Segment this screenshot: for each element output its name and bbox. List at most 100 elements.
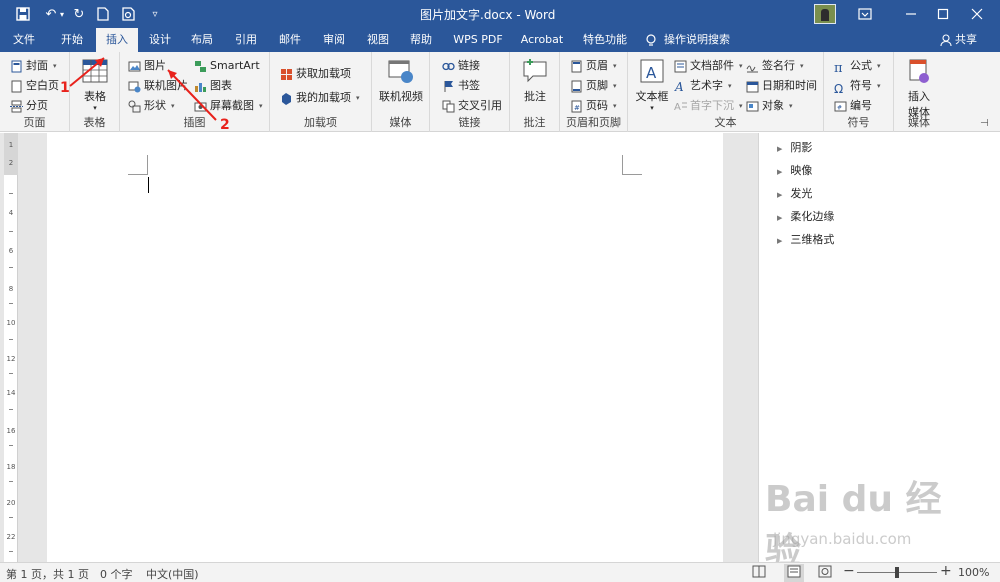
object-button[interactable]: 对象 ▾: [746, 97, 793, 115]
numbering-button[interactable]: # 编号: [834, 97, 872, 115]
screenshot-button[interactable]: 屏幕截图 ▾: [194, 97, 263, 115]
share-button[interactable]: 共享: [940, 28, 986, 52]
tab-insert[interactable]: 插入: [96, 28, 138, 53]
tab-design[interactable]: 设计: [140, 28, 180, 52]
quick-parts-icon: [674, 60, 687, 73]
zoom-out-icon[interactable]: −: [843, 563, 855, 579]
pane-item-3d-format[interactable]: ▶ 三维格式: [777, 231, 834, 247]
chart-label: 图表: [210, 79, 232, 92]
pane-item-soft-edges[interactable]: ▶ 柔化边缘: [777, 208, 834, 224]
pane-item-glow[interactable]: ▶ 发光: [777, 185, 812, 201]
online-pictures-button[interactable]: 联机图片: [128, 77, 188, 95]
quick-parts-button[interactable]: 文档部件 ▾: [674, 57, 743, 75]
tab-special-features[interactable]: 特色功能: [576, 28, 634, 52]
online-video-icon: [386, 56, 416, 86]
screenshot-icon: [194, 100, 207, 113]
vertical-ruler[interactable]: 1 2 4 6 8 10 12 14 16 18 20 22: [4, 133, 18, 562]
group-media-insert: 插入 媒体 媒体: [894, 52, 944, 132]
zoom-in-icon[interactable]: +: [940, 563, 952, 579]
date-time-button[interactable]: 日期和时间: [746, 77, 817, 95]
document-title: 图片加文字.docx: [420, 8, 513, 22]
group-label-symbols: 符号: [847, 116, 870, 129]
my-addins-button[interactable]: 我的加载项 ▾: [280, 89, 360, 107]
user-avatar[interactable]: [814, 4, 836, 24]
page-count[interactable]: 第 1 页，共 1 页: [6, 566, 89, 582]
page-number-button[interactable]: # 页码 ▾: [570, 97, 617, 115]
tab-help[interactable]: 帮助: [401, 28, 441, 52]
dropdown-arrow-icon: ▾: [613, 82, 617, 90]
smartart-button[interactable]: SmartArt: [194, 57, 260, 75]
ribbon-display-options-icon[interactable]: [842, 0, 888, 28]
online-video-button[interactable]: 联机视频: [378, 56, 424, 104]
lightbulb-icon: [646, 33, 656, 46]
save-icon[interactable]: [12, 0, 34, 28]
word-count[interactable]: 0 个字: [100, 566, 133, 582]
cross-reference-button[interactable]: 交叉引用: [442, 97, 502, 115]
title-bar: ↶ ▾ ↻ ▿ 图片加文字.docx - Word: [0, 0, 1000, 28]
tab-wps-pdf[interactable]: WPS PDF: [446, 28, 510, 52]
group-links: 链接 书签 交叉引用 链接: [430, 52, 510, 132]
bookmark-button[interactable]: 书签: [442, 77, 480, 95]
pi-icon: π: [834, 60, 843, 76]
print-preview-icon[interactable]: [118, 0, 140, 28]
tell-me-search[interactable]: 操作说明搜索: [646, 28, 746, 52]
svg-text:A: A: [674, 80, 684, 93]
group-label-comments: 批注: [523, 116, 546, 129]
get-addins-button[interactable]: 获取加载项: [280, 65, 351, 83]
tab-references[interactable]: 引用: [226, 28, 266, 52]
symbol-button[interactable]: Ω 符号 ▾: [834, 77, 881, 96]
tab-layout[interactable]: 布局: [182, 28, 222, 52]
header-button[interactable]: 页眉 ▾: [570, 57, 617, 75]
pane-item-reflection[interactable]: ▶ 映像: [777, 162, 812, 178]
blank-page-button[interactable]: 空白页: [10, 77, 59, 95]
tab-review[interactable]: 审阅: [314, 28, 354, 52]
pane-item-label: 阴影: [790, 141, 813, 154]
wordart-button[interactable]: A 艺术字 ▾: [674, 77, 732, 95]
text-box-button[interactable]: A 文本框 ▾: [632, 56, 672, 112]
read-mode-icon[interactable]: [752, 565, 766, 581]
shapes-icon: [128, 100, 141, 113]
group-label-media-insert: 媒体: [908, 116, 930, 129]
tab-acrobat[interactable]: Acrobat: [514, 28, 570, 52]
chart-button[interactable]: 图表: [194, 77, 232, 95]
pane-item-shadow[interactable]: ▶ 阴影: [777, 139, 812, 155]
customize-icon[interactable]: ▿: [144, 0, 166, 28]
tab-view[interactable]: 视图: [358, 28, 398, 52]
signature-line-icon: [746, 60, 759, 73]
undo-dropdown-icon[interactable]: ▾: [56, 0, 68, 28]
web-layout-icon[interactable]: [818, 565, 832, 581]
wordart-label: 艺术字: [690, 79, 723, 92]
link-label: 链接: [458, 59, 480, 72]
page-break-button[interactable]: 分页: [10, 97, 48, 115]
new-document-icon[interactable]: [92, 0, 114, 28]
redo-icon[interactable]: ↻: [68, 0, 90, 28]
equation-button[interactable]: π 公式 ▾: [834, 57, 881, 76]
insert-media-button[interactable]: 插入 媒体: [900, 56, 938, 120]
new-comment-button[interactable]: 批注: [516, 56, 554, 104]
ruler-tick: [9, 193, 13, 194]
signature-line-button[interactable]: 签名行 ▾: [746, 57, 804, 75]
zoom-slider-thumb[interactable]: [895, 567, 899, 578]
tab-mailings[interactable]: 邮件: [270, 28, 310, 52]
cover-page-button[interactable]: 封面 ▾: [10, 57, 57, 75]
tab-file[interactable]: 文件: [4, 28, 44, 52]
group-comments: 批注 批注: [510, 52, 560, 132]
table-icon: [80, 56, 110, 86]
table-button[interactable]: 表格 ▾: [78, 56, 112, 112]
tab-home[interactable]: 开始: [50, 28, 94, 52]
drop-cap-button[interactable]: A 首字下沉 ▾: [674, 97, 743, 115]
get-addins-label: 获取加载项: [296, 67, 351, 80]
page-number-label: 页码: [586, 99, 608, 112]
zoom-level[interactable]: 100%: [958, 566, 989, 579]
print-layout-icon[interactable]: [784, 564, 804, 582]
link-button[interactable]: 链接: [442, 57, 480, 75]
collapse-ribbon-icon[interactable]: ⊣: [980, 118, 989, 129]
language-indicator[interactable]: 中文(中国): [146, 566, 199, 582]
picture-button[interactable]: 图片: [128, 57, 166, 75]
ruler-label: 12: [6, 355, 16, 363]
footer-button[interactable]: 页脚 ▾: [570, 77, 617, 95]
close-icon[interactable]: [954, 0, 1000, 28]
document-page[interactable]: [47, 133, 723, 562]
shapes-button[interactable]: 形状 ▾: [128, 97, 175, 115]
wordart-icon: A: [674, 80, 687, 94]
